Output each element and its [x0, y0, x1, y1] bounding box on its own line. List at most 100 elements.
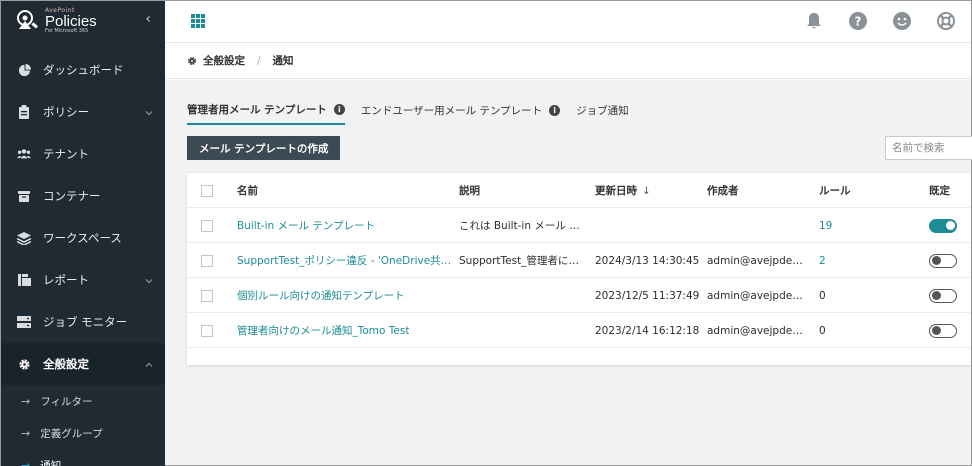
top-bar: ?	[165, 1, 971, 43]
row-checkbox[interactable]	[201, 254, 213, 267]
template-description: SupportTest_管理者によっ…	[459, 255, 585, 267]
rules-count-link[interactable]: 2	[819, 255, 826, 267]
sidebar-item-job-monitor[interactable]: ジョブ モニター	[1, 301, 165, 343]
breadcrumb-current: 通知	[272, 55, 294, 67]
column-header-author[interactable]: 作成者	[707, 173, 807, 208]
sidebar-item-tenant[interactable]: テナント	[1, 133, 165, 175]
template-updated	[595, 208, 701, 243]
feedback-smiley-icon[interactable]	[891, 10, 913, 32]
sidebar-subitem-label: 通知	[40, 459, 62, 466]
tab-job-notification[interactable]: ジョブ通知	[576, 98, 629, 125]
select-all-checkbox[interactable]	[201, 184, 213, 197]
row-checkbox[interactable]	[201, 324, 213, 337]
sidebar-item-workspace[interactable]: ワークスペース	[1, 217, 165, 259]
chevron-down-icon	[145, 274, 153, 284]
default-toggle[interactable]	[929, 323, 957, 338]
layers-icon	[17, 231, 31, 245]
tab-label: ジョブ通知	[576, 105, 629, 117]
report-icon	[17, 273, 31, 287]
template-updated: 2023/2/14 16:12:18	[595, 324, 700, 337]
arrow-right-icon: →	[21, 426, 31, 440]
sidebar-nav: ダッシュボード ポリシー テナント コンテナー ワークスペース レポート ジョブ…	[1, 49, 165, 466]
sidebar-subitem-filter[interactable]: → フィルター	[1, 385, 165, 417]
gear-icon	[187, 56, 197, 66]
templates-table: 名前 説明 更新日時 ↓ 作成者 ルール 既定 Built-in メール テンプ…	[187, 173, 971, 365]
info-icon[interactable]: i	[333, 104, 345, 115]
sidebar: AvePoint Policies For Microsoft 365 ‹ ダッ…	[1, 1, 165, 466]
sidebar-item-label: ジョブ モニター	[43, 315, 128, 329]
sidebar-item-label: レポート	[43, 273, 89, 287]
main-content: 管理者用メール テンプレート i エンドユーザー用メール テンプレート i ジョ…	[165, 80, 972, 465]
sidebar-item-container[interactable]: コンテナー	[1, 175, 165, 217]
template-name-link[interactable]: 個別ルール向けの通知テンプレート	[237, 288, 405, 303]
sidebar-item-label: ワークスペース	[43, 231, 122, 245]
template-updated: 2023/12/5 11:37:49	[595, 289, 700, 302]
default-toggle[interactable]	[929, 218, 957, 233]
table-header-row: 名前 説明 更新日時 ↓ 作成者 ルール 既定	[187, 173, 971, 208]
template-name-link[interactable]: Built-in メール テンプレート	[237, 218, 375, 233]
template-description: これは Built-in メール テンプレ…	[459, 220, 585, 232]
sidebar-item-general-settings[interactable]: 全般設定	[1, 343, 165, 385]
arrow-right-icon: →	[21, 394, 31, 408]
template-author: admin@avejpdemo.…	[707, 324, 807, 337]
sidebar-subitem-notification[interactable]: → 通知	[1, 449, 165, 466]
help-icon[interactable]: ?	[847, 10, 869, 32]
row-checkbox[interactable]	[201, 289, 213, 302]
column-header-updated-label: 更新日時	[595, 185, 637, 197]
column-header-name[interactable]: 名前	[237, 173, 455, 208]
create-mail-template-button[interactable]: メール テンプレートの作成	[187, 136, 341, 160]
rules-count-link[interactable]: 19	[819, 220, 832, 232]
template-author: admin@avejpdemo.…	[707, 289, 807, 302]
tab-label: エンドユーザー用メール テンプレート	[360, 105, 543, 117]
sidebar-item-label: ダッシュボード	[43, 63, 124, 77]
chevron-down-icon	[145, 106, 153, 116]
product-name: Policies	[45, 13, 97, 30]
sidebar-item-label: コンテナー	[43, 189, 101, 203]
sidebar-item-dashboard[interactable]: ダッシュボード	[1, 49, 165, 91]
tab-admin-mail-template[interactable]: 管理者用メール テンプレート i	[187, 98, 345, 125]
breadcrumb: 全般設定 / 通知	[165, 43, 971, 79]
product-logo[interactable]: AvePoint Policies For Microsoft 365 ‹	[1, 1, 165, 41]
gear-icon	[17, 357, 31, 371]
tab-enduser-mail-template[interactable]: エンドユーザー用メール テンプレート i	[360, 98, 561, 125]
tab-label: 管理者用メール テンプレート	[187, 104, 327, 116]
monitor-icon	[17, 315, 31, 329]
column-header-updated[interactable]: 更新日時 ↓	[595, 173, 701, 208]
clipboard-icon	[17, 105, 31, 119]
tab-bar: 管理者用メール テンプレート i エンドユーザー用メール テンプレート i ジョ…	[187, 98, 645, 125]
breadcrumb-parent[interactable]: 全般設定	[187, 53, 245, 68]
template-name-link[interactable]: 管理者向けのメール通知_Tomo Test	[237, 323, 409, 338]
column-header-rules[interactable]: ルール	[819, 173, 879, 208]
arrow-right-icon: →	[21, 458, 31, 466]
policies-logo-icon	[15, 9, 39, 33]
info-icon[interactable]: i	[549, 105, 561, 116]
table-row: Built-in メール テンプレート これは Built-in メール テンプ…	[187, 208, 971, 243]
default-toggle[interactable]	[929, 253, 957, 268]
collapse-sidebar-icon[interactable]: ‹	[145, 11, 151, 27]
sidebar-subitem-definition-group[interactable]: → 定義グループ	[1, 417, 165, 449]
sidebar-item-label: ポリシー	[43, 105, 89, 119]
app-launcher-icon[interactable]	[191, 14, 205, 28]
sort-desc-icon[interactable]: ↓	[642, 185, 651, 197]
pie-chart-icon	[17, 63, 31, 77]
svg-text:?: ?	[855, 15, 862, 29]
rules-count: 0	[819, 324, 826, 337]
chevron-up-icon	[145, 358, 153, 367]
search-input[interactable]	[885, 136, 972, 160]
column-header-description[interactable]: 説明	[459, 173, 585, 208]
sidebar-item-label: 全般設定	[43, 357, 89, 371]
breadcrumb-separator: /	[257, 54, 261, 67]
support-lifebuoy-icon[interactable]	[935, 10, 957, 32]
bell-icon[interactable]	[803, 10, 825, 32]
template-author: admin@avejpdemo.…	[707, 254, 807, 267]
default-toggle[interactable]	[929, 288, 957, 303]
rules-count: 0	[819, 289, 826, 302]
sidebar-subitem-label: 定義グループ	[40, 427, 103, 440]
sidebar-item-policy[interactable]: ポリシー	[1, 91, 165, 133]
template-name-link[interactable]: SupportTest_ポリシー違反 - 'OneDrive共有解除' 内の	[237, 253, 455, 268]
row-checkbox[interactable]	[201, 219, 213, 232]
table-row: 管理者向けのメール通知_Tomo Test 2023/2/14 16:12:18…	[187, 313, 971, 348]
sidebar-subitem-label: フィルター	[40, 395, 93, 408]
column-header-default[interactable]: 既定	[929, 173, 969, 208]
sidebar-item-report[interactable]: レポート	[1, 259, 165, 301]
